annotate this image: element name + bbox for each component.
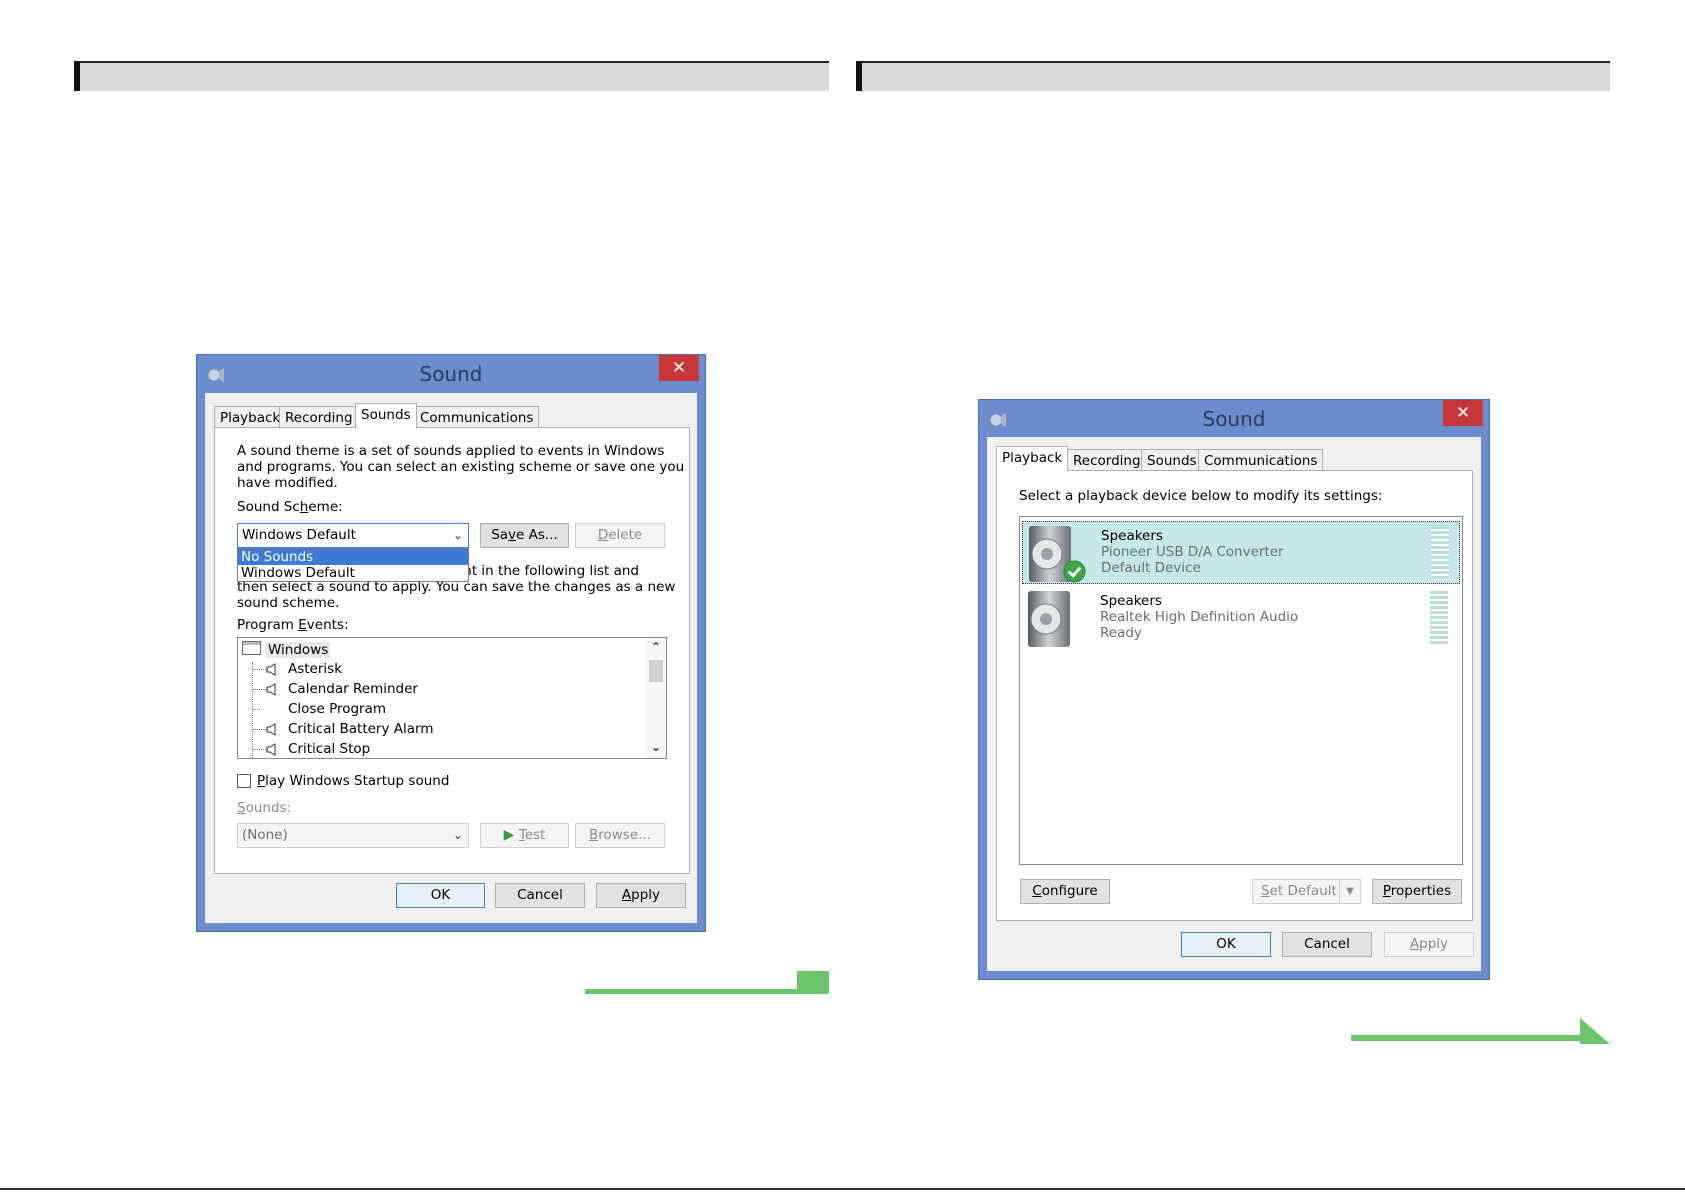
section-header-left	[74, 61, 829, 91]
ok-button[interactable]: OK	[1181, 932, 1271, 957]
save-as-button[interactable]: Save As...	[480, 523, 569, 548]
sound-scheme-label: Sound Scheme:	[237, 499, 343, 515]
event-row[interactable]: Critical Stop	[252, 740, 370, 758]
window-icon	[242, 641, 261, 655]
instruction-line-1: vent in the following list and	[447, 563, 639, 579]
program-events-list[interactable]: Windows Asterisk Calendar Reminder Close…	[237, 637, 667, 759]
speaker-icon	[266, 683, 276, 696]
tab-recording[interactable]: Recording	[279, 406, 359, 428]
close-icon: ✕	[671, 358, 687, 378]
playback-device-list[interactable]: Speakers Pioneer USB D/A Converter Defau…	[1019, 516, 1463, 865]
bottom-rule	[0, 1188, 1685, 1190]
sound-scheme-value: Windows Default	[242, 527, 356, 543]
sounds-panel: A sound theme is a set of sounds applied…	[214, 427, 690, 874]
cancel-button[interactable]: Cancel	[495, 883, 585, 908]
configure-button[interactable]: Configure	[1020, 879, 1110, 904]
delete-button[interactable]: Delete	[575, 523, 665, 548]
sound-scheme-dropdown: No Sounds Windows Default	[237, 548, 469, 582]
scroll-down-icon[interactable]: ⌄	[646, 740, 666, 754]
device-status: Ready	[1100, 625, 1142, 641]
tab-communications[interactable]: Communications	[1198, 449, 1324, 471]
section-header-right	[856, 61, 1610, 91]
description-line-2: and programs. You can select an existing…	[237, 459, 685, 475]
tab-recording[interactable]: Recording	[1067, 449, 1147, 471]
properties-button[interactable]: Properties	[1372, 879, 1462, 904]
apply-button[interactable]: Apply	[596, 883, 686, 908]
chevron-down-icon: ⌄	[452, 828, 463, 842]
device-status: Default Device	[1101, 560, 1201, 576]
tree-line	[252, 662, 253, 758]
green-underline-left	[585, 989, 829, 994]
sound-dialog-playback-tab: Sound ✕ Playback Recording Sounds Commun…	[978, 399, 1490, 980]
device-row-default[interactable]: Speakers Pioneer USB D/A Converter Defau…	[1022, 521, 1460, 584]
description-line-3: have modified.	[237, 475, 338, 491]
volume-meter	[1431, 526, 1449, 580]
event-row[interactable]: Critical Battery Alarm	[252, 720, 434, 739]
sounds-label: Sounds:	[237, 800, 292, 816]
event-row[interactable]: Calendar Reminder	[252, 680, 418, 699]
sounds-value: (None)	[242, 827, 288, 843]
scroll-up-icon[interactable]: ⌃	[646, 640, 666, 654]
tab-sounds[interactable]: Sounds	[1141, 449, 1203, 471]
dropdown-option-windows-default[interactable]: Windows Default	[238, 565, 468, 581]
speaker-icon	[266, 723, 276, 736]
dialog-title: Sound	[419, 362, 483, 386]
test-button[interactable]: ▶ Test	[480, 823, 569, 848]
speaker-device-icon	[1028, 591, 1070, 647]
tab-playback[interactable]: Playback	[214, 406, 287, 428]
close-icon: ✕	[1455, 403, 1471, 423]
tab-playback[interactable]: Playback	[996, 446, 1069, 471]
volume-meter	[1430, 591, 1448, 645]
dropdown-option-no-sounds[interactable]: No Sounds	[238, 549, 468, 565]
ok-button[interactable]: OK	[396, 883, 485, 908]
close-button[interactable]: ✕	[1443, 400, 1483, 426]
device-row[interactable]: Speakers Realtek High Definition Audio R…	[1022, 587, 1460, 650]
events-root-label: Windows	[266, 642, 331, 658]
scroll-thumb[interactable]	[649, 660, 663, 682]
program-events-label: Program Events:	[237, 617, 349, 633]
instruction-line-3: sound scheme.	[237, 595, 340, 611]
playback-panel: Select a playback device below to modify…	[996, 470, 1473, 921]
device-detail: Pioneer USB D/A Converter	[1101, 544, 1284, 560]
set-default-button[interactable]: Set Default ▼	[1252, 879, 1361, 904]
device-detail: Realtek High Definition Audio	[1100, 609, 1299, 625]
green-tab-left	[797, 971, 829, 994]
cancel-button[interactable]: Cancel	[1282, 932, 1372, 957]
tab-sounds[interactable]: Sounds	[355, 403, 417, 428]
scrollbar[interactable]: ⌃ ⌄	[646, 638, 666, 758]
tab-communications[interactable]: Communications	[414, 406, 540, 428]
play-icon: ▶	[503, 827, 515, 843]
description-line-1: A sound theme is a set of sounds applied…	[237, 443, 665, 459]
event-row[interactable]: Asterisk	[252, 660, 342, 679]
apply-button[interactable]: Apply	[1384, 932, 1474, 957]
sound-scheme-select[interactable]: Windows Default ⌄	[237, 523, 469, 548]
sounds-select[interactable]: (None) ⌄	[237, 823, 469, 848]
split-dropdown-icon[interactable]: ▼	[1339, 880, 1360, 903]
speaker-icon	[266, 743, 276, 756]
close-button[interactable]: ✕	[659, 355, 699, 381]
dialog-client: Playback Recording Sounds Communications…	[987, 437, 1481, 971]
chevron-down-icon: ⌄	[452, 528, 463, 542]
sound-dialog-sounds-tab: Sound ✕ Playback Recording Sounds Commun…	[196, 354, 706, 932]
startup-sound-checkbox[interactable]	[237, 774, 251, 788]
arrow-right-icon	[1580, 1018, 1610, 1044]
events-root-row[interactable]: Windows	[242, 641, 331, 660]
device-name: Speakers	[1101, 528, 1163, 544]
dialog-title: Sound	[1202, 407, 1266, 431]
playback-instruction: Select a playback device below to modify…	[1019, 488, 1383, 504]
green-underline-right	[1351, 1035, 1581, 1041]
browse-button[interactable]: Browse...	[575, 823, 665, 848]
dialog-client: Playback Recording Sounds Communications…	[205, 393, 697, 923]
device-name: Speakers	[1100, 593, 1162, 609]
default-check-icon	[1063, 560, 1086, 583]
speaker-icon	[266, 663, 276, 676]
event-row[interactable]: Close Program	[252, 700, 386, 719]
startup-sound-label[interactable]: Play Windows Startup sound	[257, 773, 449, 789]
